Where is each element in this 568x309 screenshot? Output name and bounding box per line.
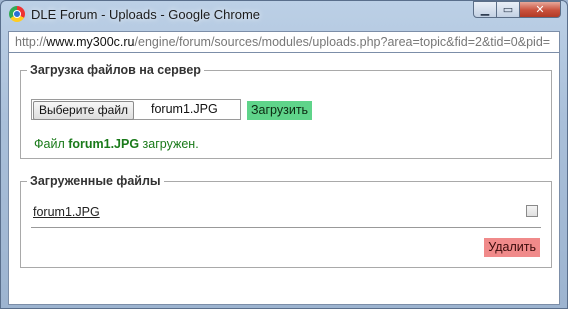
browser-window: DLE Forum - Uploads - Google Chrome ▁ ▭ … xyxy=(0,0,568,309)
upload-status: Файл forum1.JPG загружен. xyxy=(34,137,199,151)
page-content: Загрузка файлов на сервер Выберите файл … xyxy=(8,53,560,305)
title-bar[interactable]: DLE Forum - Uploads - Google Chrome ▁ ▭ … xyxy=(1,1,567,27)
address-bar[interactable]: http://www.my300c.ru/engine/forum/source… xyxy=(8,31,560,53)
chosen-file-name: forum1.JPG xyxy=(151,102,218,116)
file-select-checkbox[interactable] xyxy=(526,205,538,217)
upload-legend: Загрузка файлов на сервер xyxy=(30,63,201,77)
minimize-button[interactable]: ▁ xyxy=(473,1,497,18)
window-title: DLE Forum - Uploads - Google Chrome xyxy=(31,7,261,22)
choose-file-button[interactable]: Выберите файл xyxy=(33,101,135,120)
files-legend: Загруженные файлы xyxy=(30,174,161,188)
file-link[interactable]: forum1.JPG xyxy=(33,205,100,219)
url-host: www.my300c.ru xyxy=(46,35,135,49)
status-suffix: загружен. xyxy=(139,137,199,151)
upload-button[interactable]: Загрузить xyxy=(247,101,313,120)
status-prefix: Файл xyxy=(34,137,69,151)
delete-button[interactable]: Удалить xyxy=(484,238,540,257)
chrome-icon xyxy=(9,6,25,22)
window-controls: ▁ ▭ ✕ xyxy=(473,1,561,21)
status-filename: forum1.JPG xyxy=(68,137,140,151)
close-button[interactable]: ✕ xyxy=(519,1,561,18)
url-path: /engine/forum/sources/modules/uploads.ph… xyxy=(134,35,551,49)
file-input[interactable]: Выберите файл forum1.JPG xyxy=(31,99,241,120)
url-scheme: http:// xyxy=(15,35,47,49)
uploaded-files-fieldset: Загруженные файлы forum1.JPG Удалить xyxy=(20,174,552,268)
upload-fieldset: Загрузка файлов на сервер Выберите файл … xyxy=(20,63,552,159)
divider xyxy=(31,227,541,228)
maximize-button[interactable]: ▭ xyxy=(496,1,520,18)
